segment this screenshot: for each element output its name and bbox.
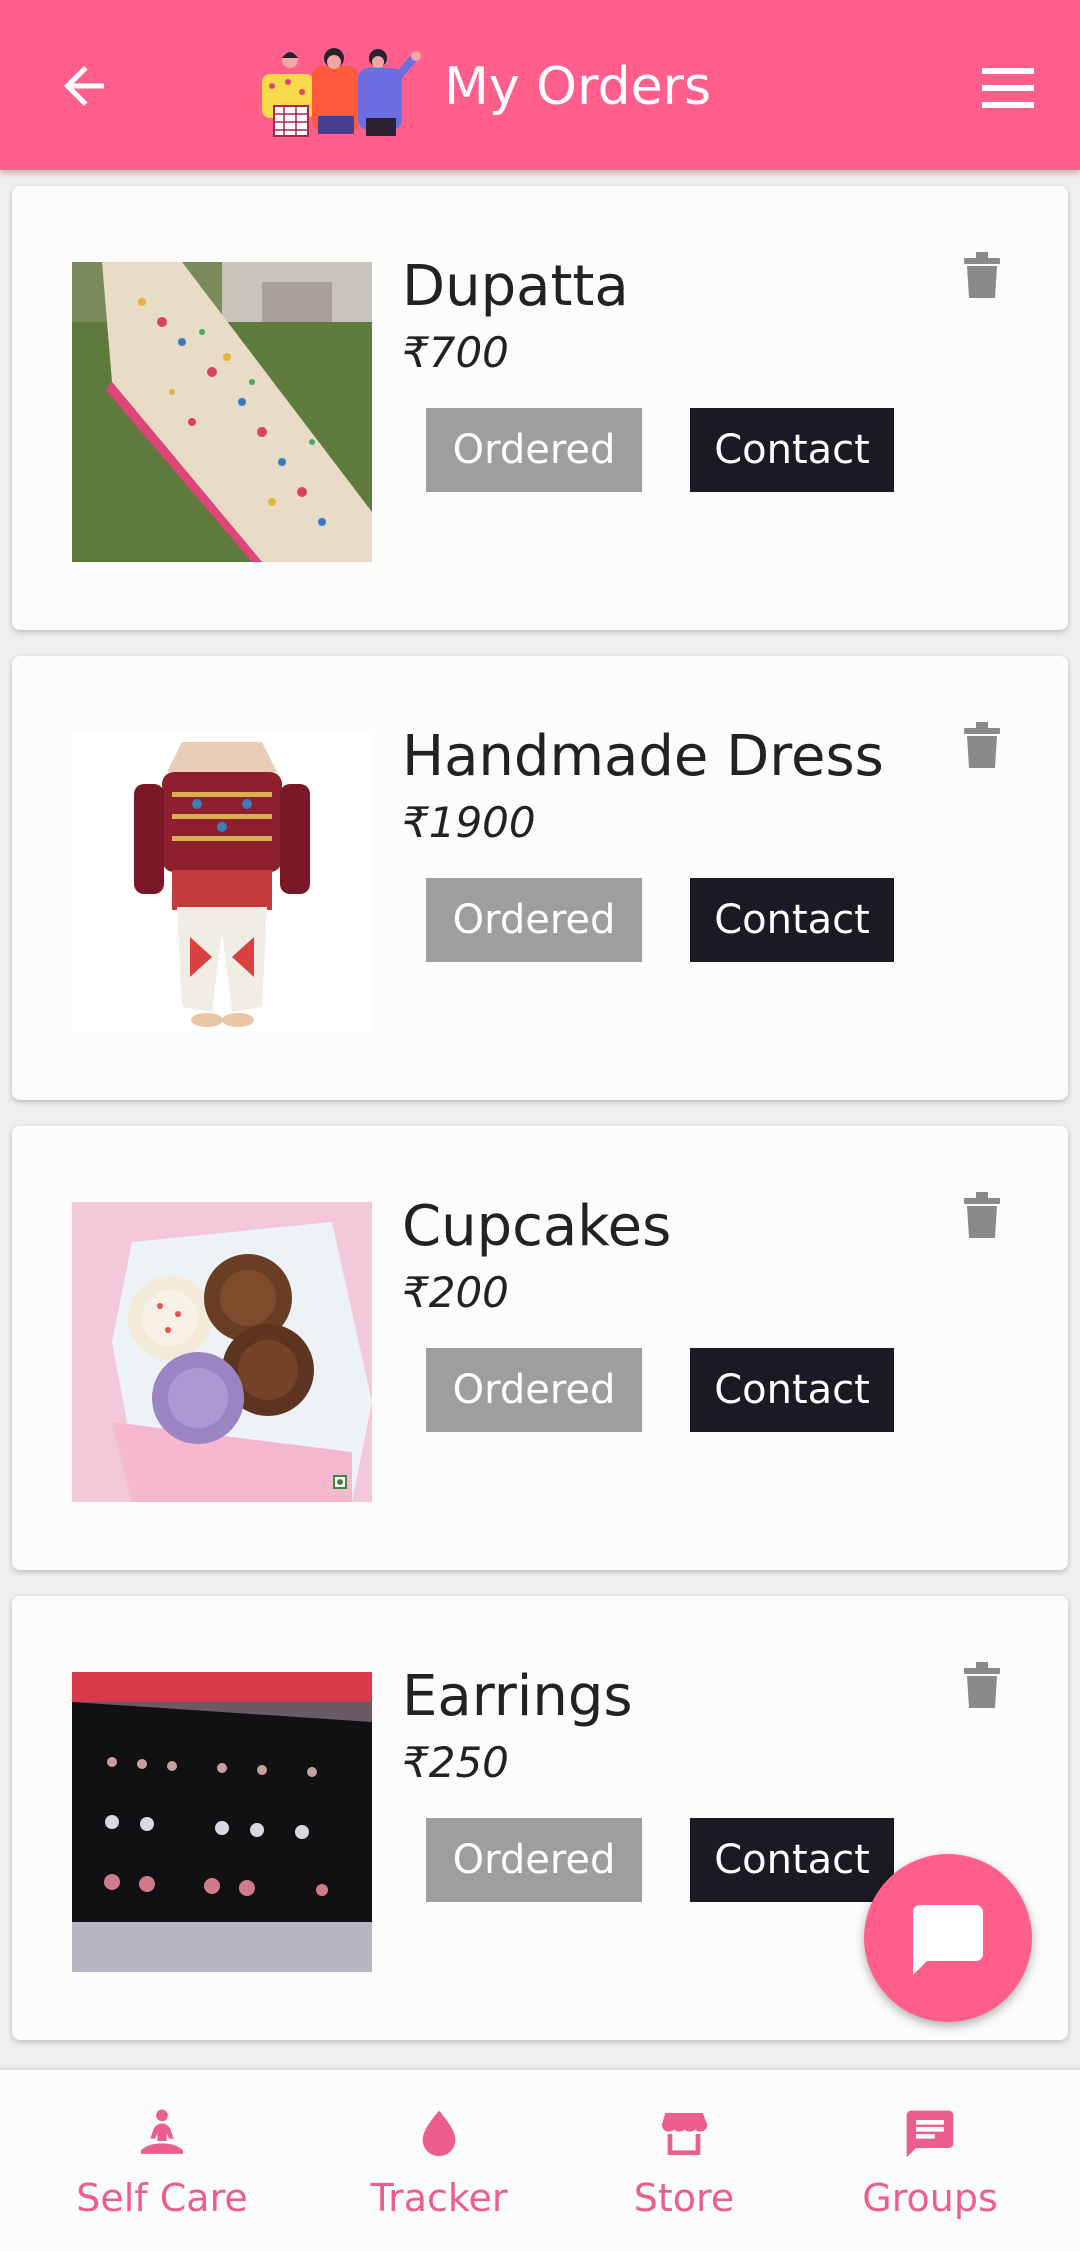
chat-fab-button[interactable] <box>864 1854 1032 2022</box>
nav-item-tracker[interactable]: Tracker <box>339 2106 539 2226</box>
earrings-product-image <box>72 1672 372 1972</box>
order-item-price: ₹250 <box>402 1738 509 1787</box>
ordered-status-button[interactable]: Ordered <box>426 878 642 962</box>
order-item-price: ₹700 <box>402 328 509 377</box>
meditation-icon <box>141 2109 183 2154</box>
chat-icon <box>906 2110 954 2158</box>
nav-item-self-care[interactable]: Self Care <box>62 2106 262 2226</box>
order-card: Dupatta ₹700 Ordered Contact <box>12 186 1068 630</box>
order-item-name: Cupcakes <box>402 1194 672 1259</box>
women-group-logo <box>262 48 421 137</box>
hamburger-menu-icon[interactable] <box>978 60 1038 116</box>
page-title: My Orders <box>444 57 712 117</box>
delete-trash-icon[interactable] <box>964 252 1000 298</box>
back-arrow-icon[interactable] <box>54 56 114 116</box>
bottom-navigation: Self Care Tracker Store Groups <box>0 2070 1080 2251</box>
contact-button[interactable]: Contact <box>690 408 894 492</box>
order-card: Cupcakes ₹200 Ordered Contact <box>12 1126 1068 1570</box>
cupcakes-product-image <box>72 1202 372 1502</box>
nav-label: Store <box>633 2176 735 2220</box>
nav-item-store[interactable]: Store <box>584 2106 784 2226</box>
order-item-price: ₹200 <box>402 1268 509 1317</box>
nav-label: Tracker <box>370 2176 508 2220</box>
store-icon <box>661 2113 708 2155</box>
nav-label: Groups <box>862 2176 998 2220</box>
chat-bubble-icon <box>913 1905 983 1975</box>
delete-trash-icon[interactable] <box>964 1662 1000 1708</box>
order-item-name: Dupatta <box>402 254 629 319</box>
app-bar: My Orders <box>0 0 1080 170</box>
delete-trash-icon[interactable] <box>964 722 1000 768</box>
ordered-status-button[interactable]: Ordered <box>426 1348 642 1432</box>
ordered-status-button[interactable]: Ordered <box>426 1818 642 1902</box>
dupatta-product-image <box>72 262 372 562</box>
order-item-price: ₹1900 <box>402 798 536 847</box>
order-card: Handmade Dress ₹1900 Ordered Contact <box>12 656 1068 1100</box>
order-item-name: Earrings <box>402 1664 633 1729</box>
nav-label: Self Care <box>76 2176 248 2220</box>
drop-icon <box>422 2110 456 2157</box>
contact-button[interactable]: Contact <box>690 1348 894 1432</box>
ordered-status-button[interactable]: Ordered <box>426 408 642 492</box>
nav-item-groups[interactable]: Groups <box>830 2106 1030 2226</box>
contact-button[interactable]: Contact <box>690 878 894 962</box>
order-item-name: Handmade Dress <box>402 724 884 789</box>
contact-button[interactable]: Contact <box>690 1818 894 1902</box>
handmade-dress-product-image <box>72 732 372 1032</box>
delete-trash-icon[interactable] <box>964 1192 1000 1238</box>
